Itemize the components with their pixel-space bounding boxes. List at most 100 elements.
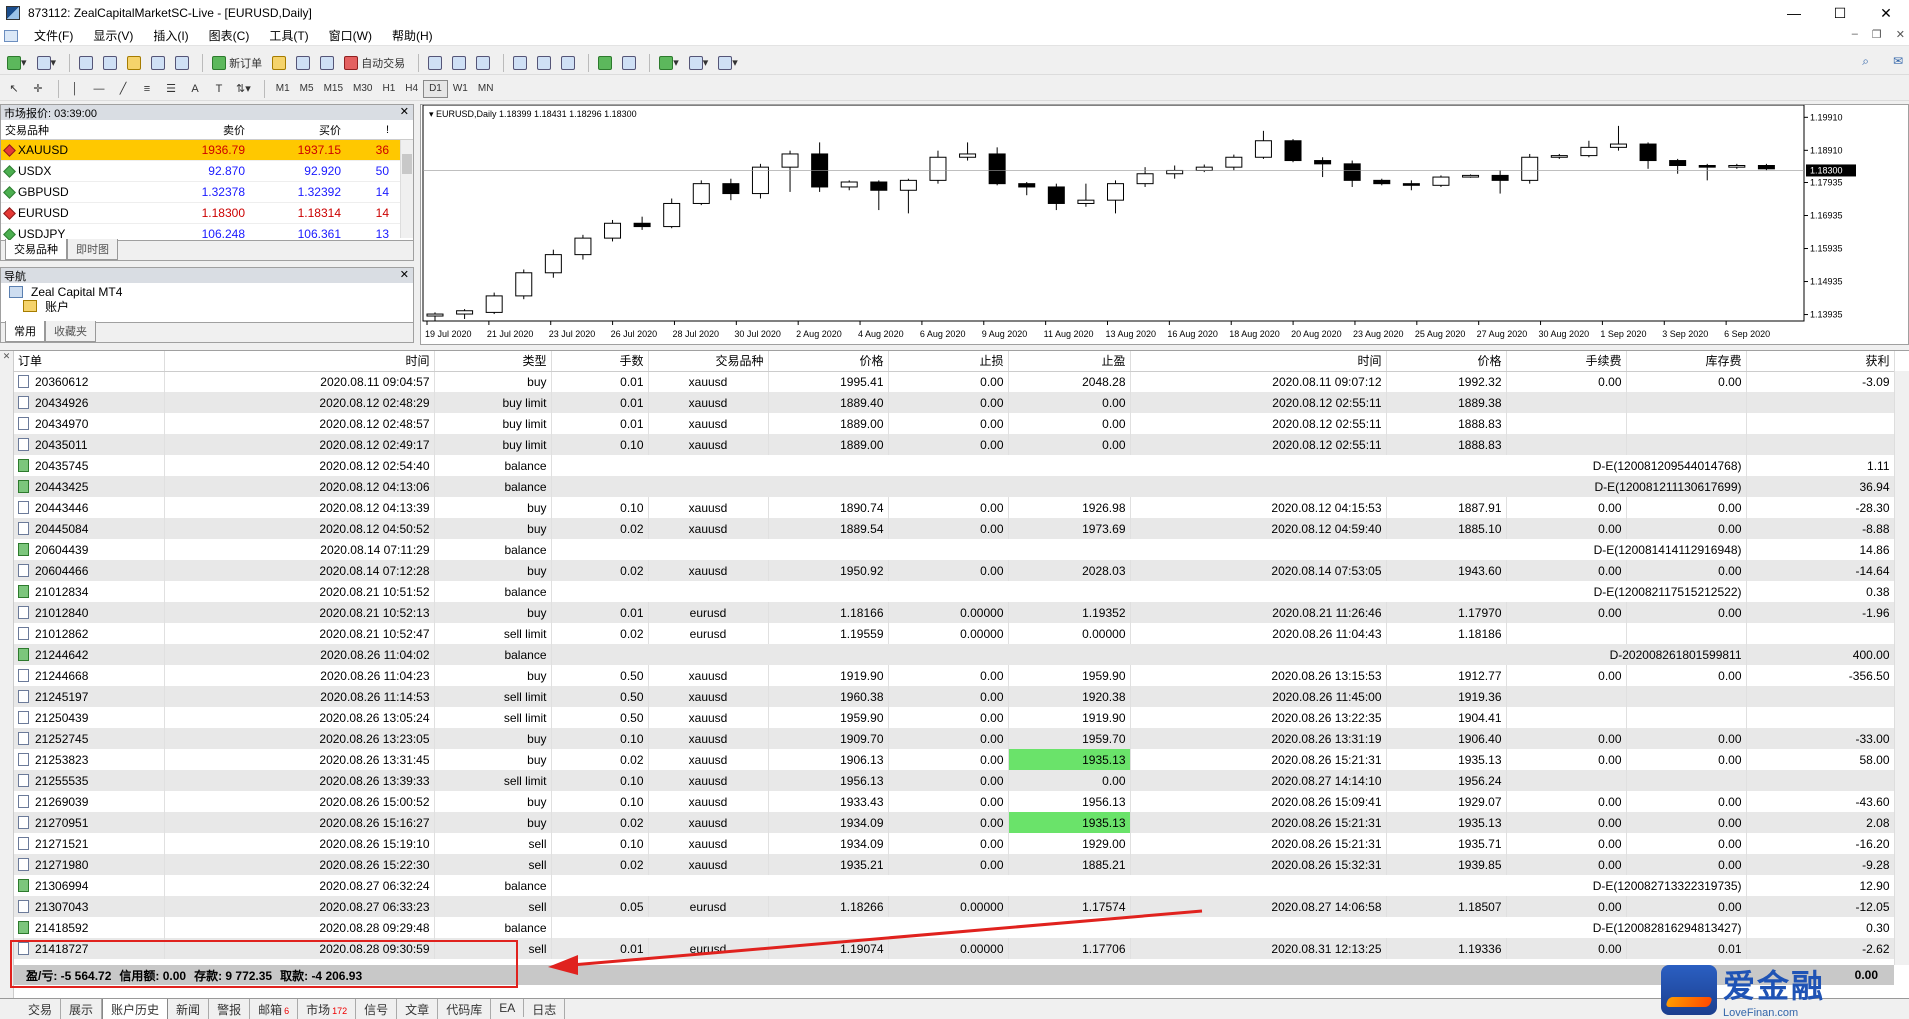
- close-icon[interactable]: ✕: [0, 351, 13, 362]
- table-row[interactable]: 21269039 2020.08.26 15:00:52 buy 0.10 xauusd…: [14, 791, 1895, 812]
- table-row[interactable]: 21271521 2020.08.26 15:19:10 sell 0.10 xauus…: [14, 833, 1895, 854]
- table-row[interactable]: 21012840 2020.08.21 10:52:13 buy 0.01 eurusd…: [14, 602, 1895, 623]
- table-row[interactable]: 21250439 2020.08.26 13:05:24 sell limit 0.5…: [14, 707, 1895, 728]
- terminal-tab[interactable]: 展示: [61, 999, 103, 1019]
- tab-common[interactable]: 常用: [5, 321, 45, 342]
- nav-item-accounts[interactable]: 账户: [1, 300, 413, 312]
- menu-help[interactable]: 帮助(H): [382, 27, 443, 44]
- auto-trading-button[interactable]: 自动交易: [341, 53, 408, 73]
- col-close-time[interactable]: 时间: [1130, 351, 1387, 372]
- table-row[interactable]: 20360612 2020.08.11 09:04:57 buy 0.01 xauusd…: [14, 371, 1895, 392]
- table-row[interactable]: 20435011 2020.08.12 02:49:17 buy limit 0.10…: [14, 434, 1895, 455]
- tf-w1[interactable]: W1: [448, 80, 473, 98]
- vertical-line-button[interactable]: │: [65, 79, 85, 99]
- market-watch-row[interactable]: EURUSD 1.18300 1.18314 14: [1, 203, 413, 224]
- close-button[interactable]: ✕: [1863, 0, 1909, 26]
- new-chart-button[interactable]: ▾: [4, 53, 30, 73]
- fibonacci-button[interactable]: ☰: [161, 79, 181, 99]
- terminal-scrollbar[interactable]: [1894, 371, 1909, 965]
- table-row[interactable]: 21270951 2020.08.26 15:16:27 buy 0.02 xauusd…: [14, 812, 1895, 833]
- col-tp[interactable]: 止盈: [1008, 351, 1131, 372]
- metaeditor-button[interactable]: [269, 53, 289, 73]
- tab-tick-chart[interactable]: 即时图: [67, 239, 118, 260]
- table-row[interactable]: 21253823 2020.08.26 13:31:45 buy 0.02 xauusd…: [14, 749, 1895, 770]
- templates-button[interactable]: ▾: [715, 53, 741, 73]
- menu-charts[interactable]: 图表(C): [199, 27, 260, 44]
- crosshair-button[interactable]: ✛: [28, 79, 48, 99]
- col-open-time[interactable]: 时间: [164, 351, 435, 372]
- col-commission[interactable]: 手续费: [1506, 351, 1627, 372]
- terminal-tab[interactable]: 日志: [524, 999, 566, 1019]
- candlestick-chart[interactable]: ▾ EURUSD,Daily 1.18399 1.18431 1.18296 1…: [421, 105, 1908, 344]
- market-watch-row[interactable]: USDX 92.870 92.920 50: [1, 161, 413, 182]
- market-watch-row[interactable]: USDJPY 106.248 106.361 13: [1, 224, 413, 240]
- table-row[interactable]: 21252745 2020.08.26 13:23:05 buy 0.10 xauusd…: [14, 728, 1895, 749]
- tf-d1[interactable]: D1: [423, 79, 448, 98]
- menu-insert[interactable]: 插入(I): [143, 27, 198, 44]
- maximize-button[interactable]: ☐: [1817, 0, 1863, 26]
- col-lots[interactable]: 手数: [551, 351, 649, 372]
- terminal-tab[interactable]: EA: [491, 999, 525, 1017]
- table-row[interactable]: 21307043 2020.08.27 06:33:23 sell 0.05 eurus…: [14, 896, 1895, 917]
- col-bid[interactable]: 卖价: [149, 122, 249, 138]
- col-order[interactable]: 订单: [14, 351, 165, 372]
- chat-icon[interactable]: ✉: [1893, 54, 1903, 69]
- periods-button[interactable]: ▾: [686, 53, 712, 73]
- table-row[interactable]: 20443446 2020.08.12 04:13:39 buy 0.10 xauusd…: [14, 497, 1895, 518]
- tab-favorites[interactable]: 收藏夹: [45, 321, 96, 342]
- market-watch-button[interactable]: [76, 53, 96, 73]
- tf-h4[interactable]: H4: [400, 80, 423, 98]
- terminal-tab[interactable]: 代码库: [438, 999, 492, 1019]
- terminal-tab[interactable]: 市场 172: [298, 999, 357, 1019]
- col-close-price[interactable]: 价格: [1386, 351, 1507, 372]
- menu-view[interactable]: 显示(V): [83, 27, 143, 44]
- zoom-in-button[interactable]: [510, 53, 530, 73]
- channel-button[interactable]: ≡: [137, 79, 157, 99]
- mdi-restore-icon[interactable]: ❐: [1872, 28, 1882, 41]
- mdi-close-icon[interactable]: ✕: [1896, 28, 1905, 41]
- terminal-tab[interactable]: 文章: [397, 999, 439, 1019]
- menu-tools[interactable]: 工具(T): [259, 27, 318, 44]
- zoom-out-button[interactable]: [534, 53, 554, 73]
- chart-shift-button[interactable]: [619, 53, 639, 73]
- col-profit[interactable]: 获利: [1746, 351, 1895, 372]
- nav-item-broker[interactable]: Zeal Capital MT4: [1, 283, 413, 300]
- table-row[interactable]: 21012834 2020.08.21 10:51:52 balance D-E(12…: [14, 581, 1895, 602]
- close-icon[interactable]: ✕: [400, 268, 409, 281]
- trendline-button[interactable]: ╱: [113, 79, 133, 99]
- menu-window[interactable]: 窗口(W): [319, 27, 382, 44]
- table-row[interactable]: 21245197 2020.08.26 11:14:53 sell limit 0.5…: [14, 686, 1895, 707]
- tab-symbols[interactable]: 交易品种: [5, 239, 67, 260]
- autoscroll-button[interactable]: [595, 53, 615, 73]
- terminal-tab[interactable]: 新闻: [168, 999, 210, 1019]
- navigator-button[interactable]: [124, 53, 144, 73]
- col-type[interactable]: 类型: [434, 351, 552, 372]
- table-row[interactable]: 21418592 2020.08.28 09:29:48 balance D-E(12…: [14, 917, 1895, 938]
- tf-m1[interactable]: M1: [271, 80, 295, 98]
- table-row[interactable]: 21271980 2020.08.26 15:22:30 sell 0.02 xauus…: [14, 854, 1895, 875]
- signals-button[interactable]: [317, 53, 337, 73]
- table-row[interactable]: 21244642 2020.08.26 11:04:02 balance D-2020…: [14, 644, 1895, 665]
- tf-h1[interactable]: H1: [377, 80, 400, 98]
- close-icon[interactable]: ✕: [400, 105, 409, 118]
- market-watch-row[interactable]: XAUUSD 1936.79 1937.15 36: [1, 140, 413, 161]
- label-button[interactable]: T: [209, 79, 229, 99]
- col-ask[interactable]: 买价: [249, 122, 345, 138]
- table-row[interactable]: 20443425 2020.08.12 04:13:06 balance D-E(12…: [14, 476, 1895, 497]
- col-open-price[interactable]: 价格: [768, 351, 889, 372]
- new-order-button[interactable]: 新订单: [209, 53, 265, 73]
- mdi-minimize-icon[interactable]: –: [1852, 28, 1858, 41]
- table-row[interactable]: 20604466 2020.08.14 07:12:28 buy 0.02 xauusd…: [14, 560, 1895, 581]
- col-symbol[interactable]: 交易品种: [648, 351, 769, 372]
- col-sl[interactable]: 止损: [888, 351, 1009, 372]
- col-spread[interactable]: !: [345, 124, 393, 136]
- tester-button[interactable]: [172, 53, 192, 73]
- price-chart[interactable]: ▾ EURUSD,Daily 1.18399 1.18431 1.18296 1…: [420, 104, 1909, 345]
- table-row[interactable]: 20604439 2020.08.14 07:11:29 balance D-E(12…: [14, 539, 1895, 560]
- menu-file[interactable]: 文件(F): [24, 27, 83, 44]
- tile-windows-button[interactable]: [558, 53, 578, 73]
- candle-chart-button[interactable]: [449, 53, 469, 73]
- text-button[interactable]: A: [185, 79, 205, 99]
- tf-m15[interactable]: M15: [319, 80, 348, 98]
- terminal-tab[interactable]: 邮箱 6: [250, 999, 299, 1019]
